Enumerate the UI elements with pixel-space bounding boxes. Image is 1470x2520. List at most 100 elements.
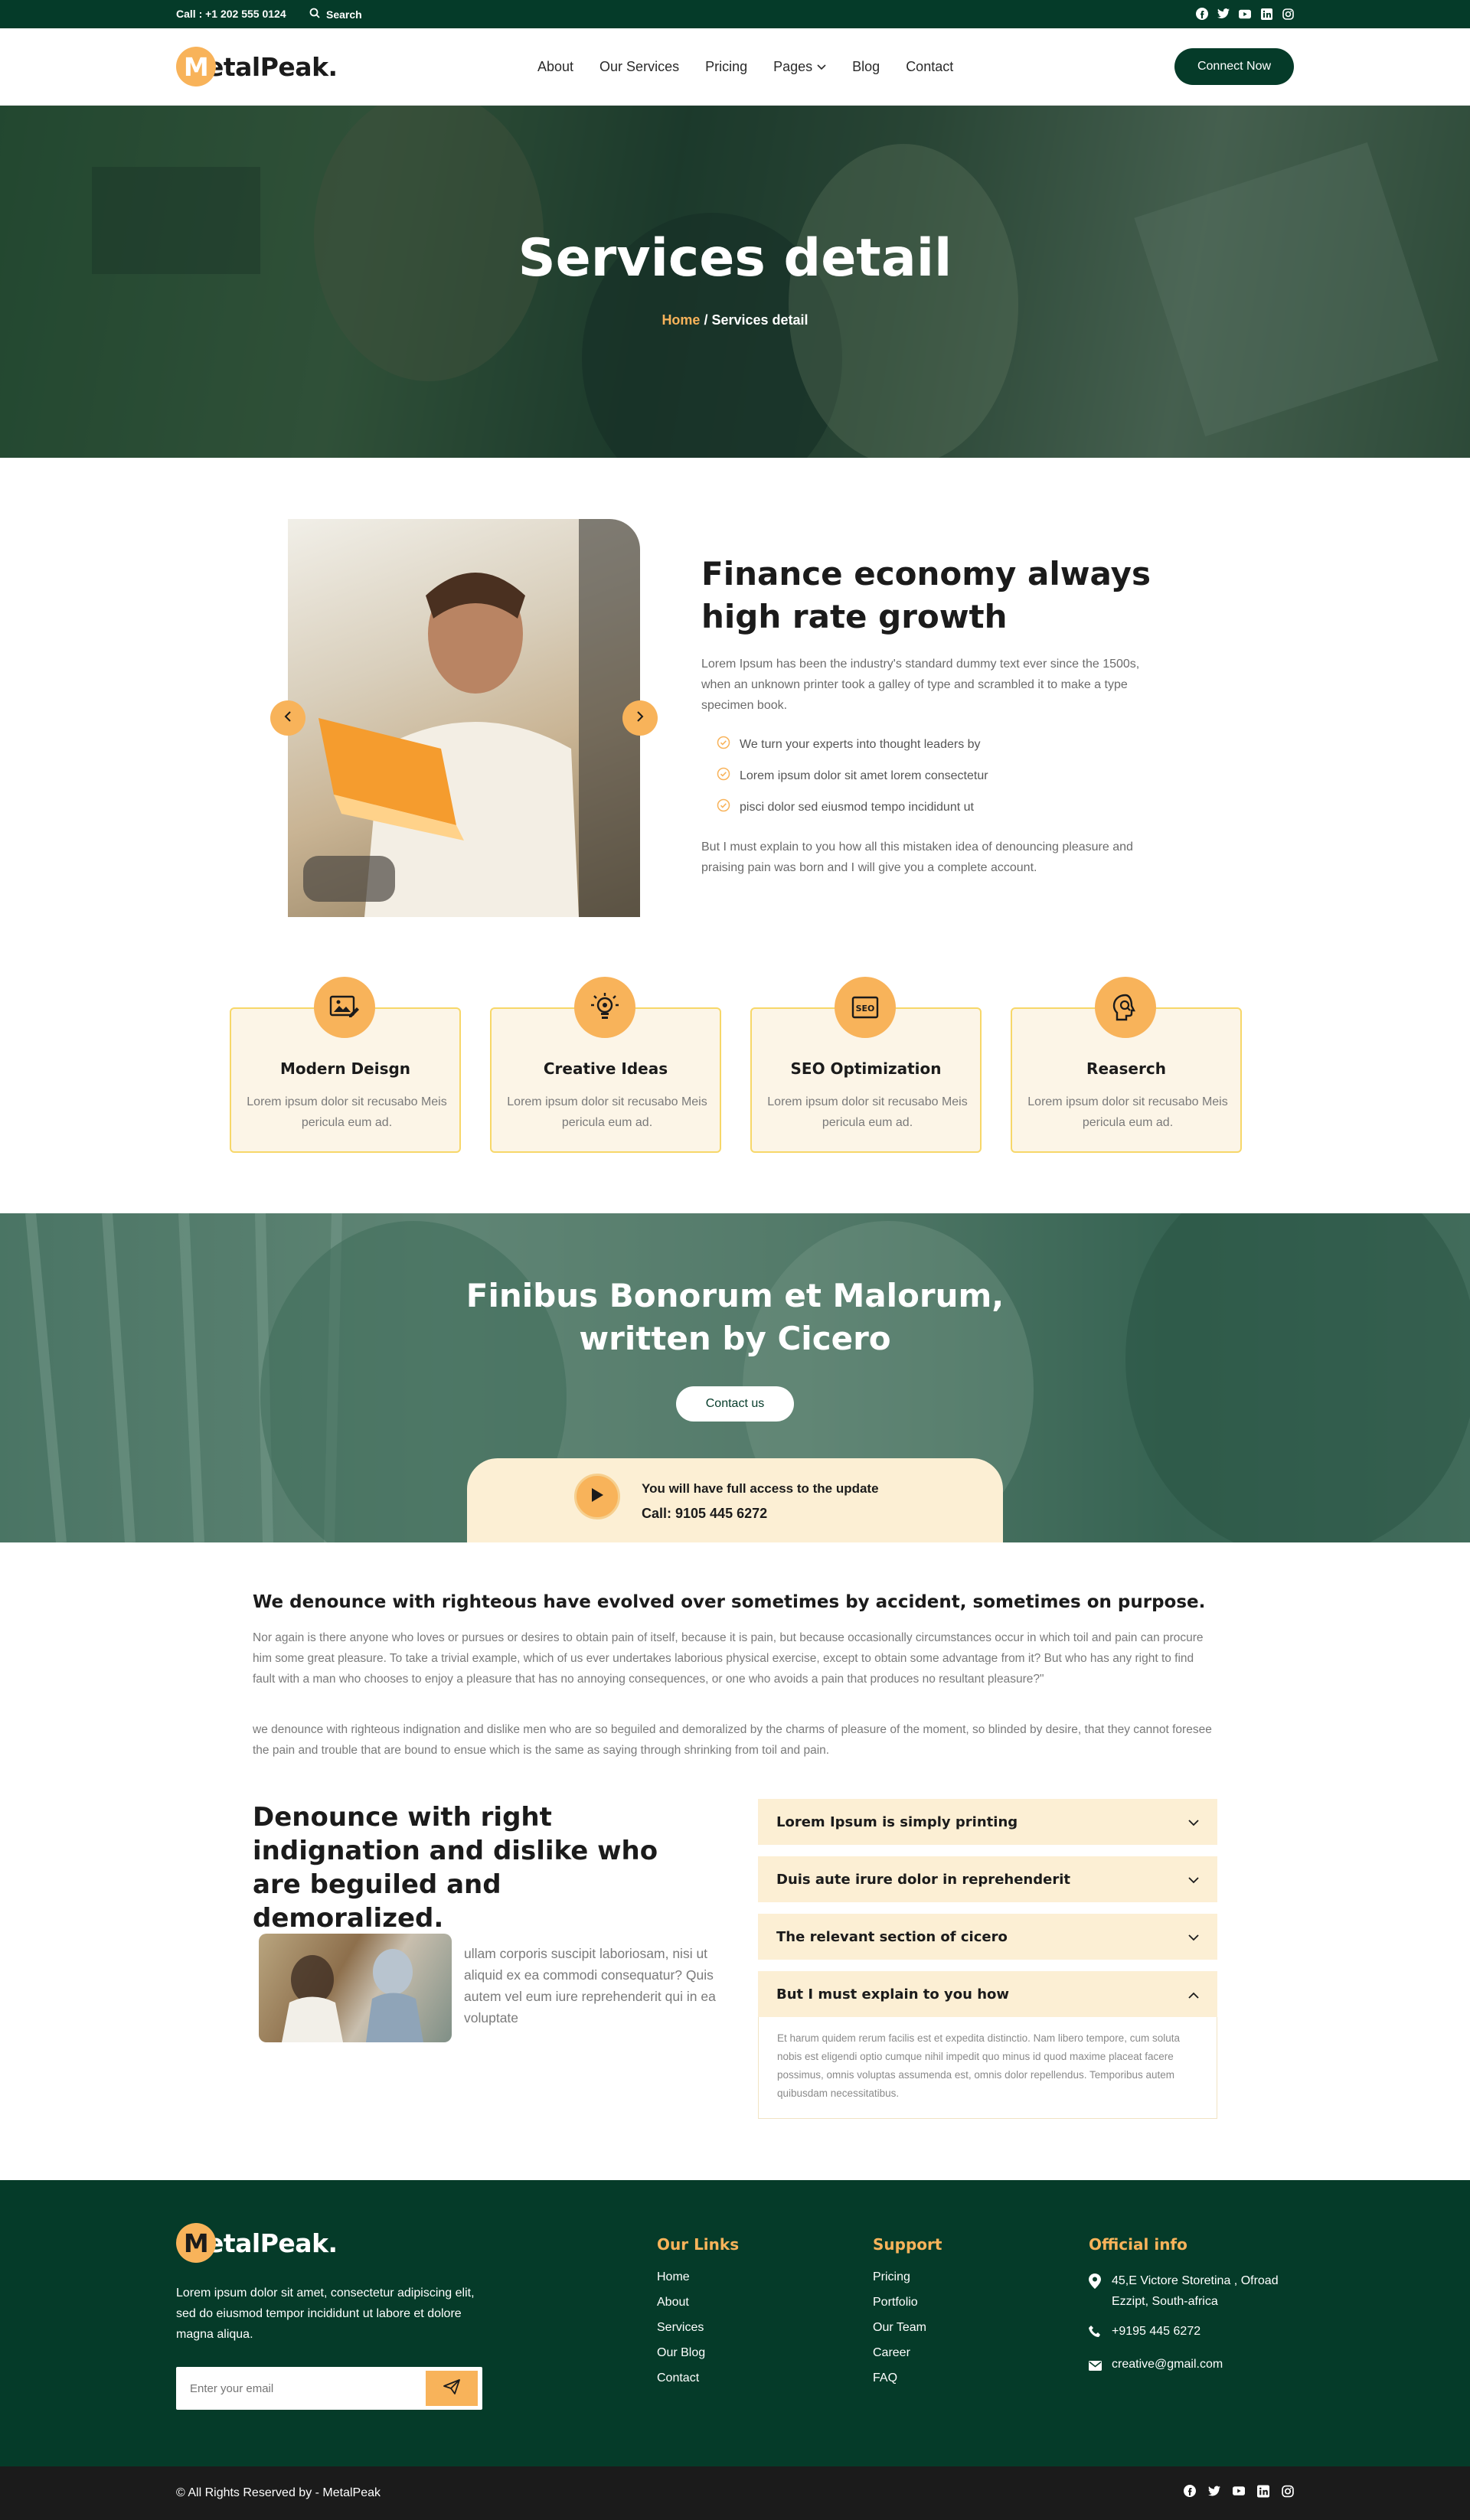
footer-address: 45,E Victore Storetina , Ofroad Ezzipt, … (1089, 2270, 1318, 2312)
update-text: You will have full access to the update (642, 1481, 879, 1496)
instagram-icon[interactable] (1282, 2485, 1294, 2497)
nav-item-our-services[interactable]: Our Services (599, 59, 679, 75)
breadcrumb-separator: / (700, 312, 712, 328)
feature-title: Reaserch (1086, 1059, 1166, 1078)
phone-icon (1089, 2321, 1102, 2345)
youtube-icon[interactable] (1233, 2485, 1245, 2497)
nav-item-about[interactable]: About (537, 59, 573, 75)
faq-item-4-open[interactable]: But I must explain to you how (758, 1971, 1217, 2017)
feature-text: Lorem ipsum dolor sit recusabo Meis peri… (247, 1095, 447, 1129)
faq-question: The relevant section of cicero (776, 1928, 1008, 1945)
banner-heading-line-2: written by Cicero (579, 1320, 891, 1357)
top-bar: Call : +1 202 555 0124 Search (0, 0, 1470, 28)
nav-item-pages[interactable]: Pages (773, 59, 826, 75)
facebook-icon[interactable] (1196, 8, 1208, 20)
facebook-icon[interactable] (1184, 2485, 1196, 2497)
footer-link-team[interactable]: Our Team (873, 2321, 942, 2335)
nav-item-contact[interactable]: Contact (906, 59, 953, 75)
list-item-text: Lorem ipsum dolor sit amet lorem consect… (740, 769, 988, 782)
article-paragraph-1: Nor again is there anyone who loves or p… (253, 1631, 1204, 1686)
footer-email[interactable]: creative@gmail.com (1089, 2354, 1318, 2378)
footer-phone-text: +9195 445 6272 (1112, 2325, 1201, 2338)
play-video-button[interactable] (574, 1474, 620, 1520)
youtube-icon[interactable] (1239, 8, 1251, 20)
footer-info-title: Official info (1089, 2235, 1187, 2254)
footer-link-contact[interactable]: Contact (657, 2371, 739, 2385)
faq-answer: Et harum quidem rerum facilis est et exp… (758, 2017, 1217, 2119)
logo[interactable]: M etalPeak. (176, 47, 338, 87)
footer-info-column: Official info 45,E Victore Storetina , O… (1089, 2235, 1318, 2387)
main-navbar: M etalPeak. About Our Services Pricing P… (0, 28, 1470, 106)
page-hero: Services detail Home / Services detail (0, 106, 1470, 458)
call-info[interactable]: Call : +1 202 555 0124 (176, 8, 286, 20)
search-label: Search (326, 8, 362, 21)
list-item: pisci dolor sed eiusmod tempo incididunt… (717, 798, 988, 816)
footer-support-column: Support Pricing Portfolio Our Team Caree… (873, 2235, 942, 2397)
list-item: Lorem ipsum dolor sit amet lorem consect… (717, 767, 988, 785)
feature-card-creative-ideas[interactable]: Creative Ideas Lorem ipsum dolor sit rec… (490, 977, 721, 1153)
bulb-icon (574, 977, 635, 1038)
brain-search-icon (1095, 977, 1156, 1038)
logo-text: etalPeak. (207, 2228, 338, 2258)
footer-phone[interactable]: +9195 445 6272 (1089, 2321, 1318, 2345)
footer-links-column: Our Links Home About Services Our Blog C… (657, 2235, 739, 2397)
play-icon (590, 1487, 604, 1506)
bottom-bar: © All Rights Reserved by - MetalPeak (0, 2466, 1470, 2520)
update-phone[interactable]: Call: 9105 445 6272 (642, 1506, 767, 1522)
footer-link-home[interactable]: Home (657, 2270, 739, 2284)
banner-heading: Finibus Bonorum et Malorum, written by Ci… (0, 1275, 1470, 1360)
check-circle-icon (717, 736, 730, 753)
denounce-text: ullam corporis suscipit laboriosam, nisi… (464, 1946, 716, 2025)
list-item: We turn your experts into thought leader… (717, 736, 988, 753)
logo-mark: M (176, 2223, 216, 2263)
slider-next-button[interactable] (622, 700, 658, 736)
linkedin-icon[interactable] (1260, 8, 1272, 20)
nav-item-pages-label: Pages (773, 59, 813, 74)
service-photo-slider (288, 519, 640, 917)
search-button[interactable]: Search (309, 8, 362, 21)
feature-title: SEO Optimization (790, 1059, 942, 1078)
slider-prev-button[interactable] (270, 700, 305, 736)
feature-text: Lorem ipsum dolor sit recusabo Meis peri… (767, 1095, 968, 1129)
faq-question: Duis aute irure dolor in reprehenderit (776, 1871, 1070, 1888)
nav-item-pricing[interactable]: Pricing (705, 59, 747, 75)
chevron-down-icon (817, 64, 826, 70)
check-circle-icon (717, 798, 730, 816)
mail-icon (1089, 2354, 1102, 2378)
faq-item-2[interactable]: Duis aute irure dolor in reprehenderit (758, 1856, 1217, 1902)
footer-about: Lorem ipsum dolor sit amet, consectetur … (176, 2287, 475, 2341)
feature-title: Creative Ideas (543, 1059, 668, 1078)
feature-text: Lorem ipsum dolor sit recusabo Meis peri… (507, 1095, 707, 1129)
newsletter-form (176, 2367, 482, 2410)
connect-now-button[interactable]: Connect Now (1174, 48, 1294, 85)
intro-checklist: We turn your experts into thought leader… (717, 736, 988, 816)
instagram-icon[interactable] (1282, 8, 1294, 20)
footer-link-career[interactable]: Career (873, 2346, 942, 2360)
send-icon (443, 2378, 461, 2399)
email-field[interactable] (190, 2376, 412, 2401)
linkedin-icon[interactable] (1257, 2485, 1269, 2497)
article-heading: We denounce with righteous have evolved … (253, 1592, 1206, 1612)
chevron-right-icon (636, 710, 644, 726)
faq-item-1[interactable]: Lorem Ipsum is simply printing (758, 1799, 1217, 1845)
list-item-text: pisci dolor sed eiusmod tempo incididunt… (740, 800, 974, 814)
footer-link-about[interactable]: About (657, 2296, 739, 2309)
twitter-icon[interactable] (1217, 8, 1230, 20)
footer-link-faq[interactable]: FAQ (873, 2371, 942, 2385)
feature-card-seo-optimization[interactable]: SEO SEO Optimization Lorem ipsum dolor s… (750, 977, 982, 1153)
feature-card-research[interactable]: Reaserch Lorem ipsum dolor sit recusabo … (1011, 977, 1242, 1153)
footer-link-services[interactable]: Services (657, 2321, 739, 2335)
breadcrumb-home[interactable]: Home (662, 312, 700, 328)
footer-link-pricing[interactable]: Pricing (873, 2270, 942, 2284)
contact-us-button[interactable]: Contact us (676, 1386, 794, 1422)
footer-link-blog[interactable]: Our Blog (657, 2346, 739, 2360)
subscribe-button[interactable] (426, 2371, 478, 2406)
faq-item-3[interactable]: The relevant section of cicero (758, 1914, 1217, 1960)
nav-item-blog[interactable]: Blog (852, 59, 880, 75)
feature-card-modern-design[interactable]: Modern Deisgn Lorem ipsum dolor sit recu… (230, 977, 461, 1153)
footer-logo[interactable]: M etalPeak. (176, 2223, 338, 2263)
seo-icon: SEO (835, 977, 896, 1038)
twitter-icon[interactable] (1208, 2485, 1220, 2497)
feature-text: Lorem ipsum dolor sit recusabo Meis peri… (1027, 1095, 1228, 1129)
footer-link-portfolio[interactable]: Portfolio (873, 2296, 942, 2309)
